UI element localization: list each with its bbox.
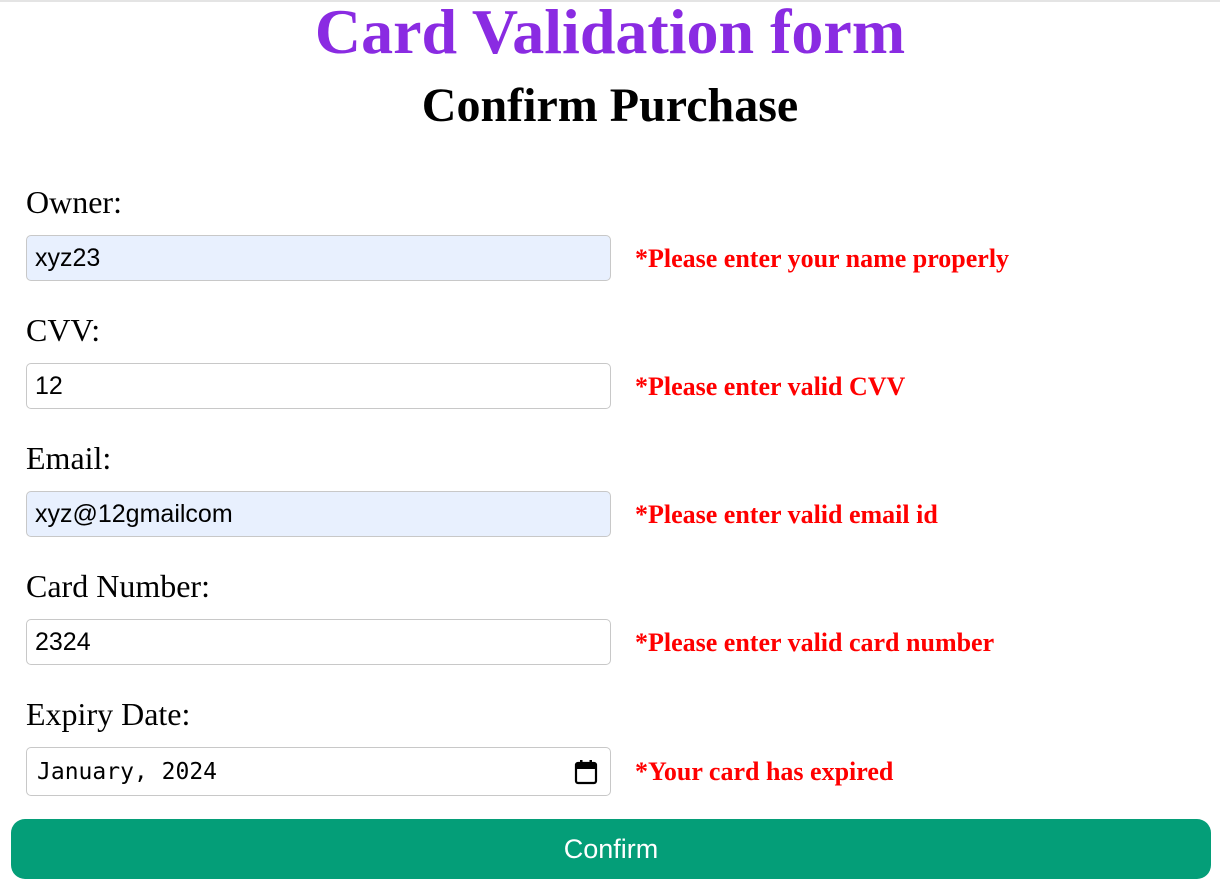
page-title: Card Validation form <box>314 0 906 67</box>
calendar-icon[interactable] <box>574 759 598 785</box>
page-subtitle: Confirm Purchase <box>421 79 799 132</box>
email-input[interactable] <box>26 491 611 537</box>
confirm-button[interactable]: Confirm <box>11 819 1211 879</box>
email-label: Email: <box>26 440 112 476</box>
expiry-date-label: Expiry Date: <box>26 696 191 732</box>
expiry-date-error: *Your card has expired <box>635 757 894 786</box>
expiry-date-input[interactable]: January, 2024 <box>26 747 611 796</box>
card-number-input[interactable] <box>26 619 611 665</box>
owner-error: *Please enter your name properly <box>635 244 1010 273</box>
owner-label: Owner: <box>26 184 122 220</box>
cvv-error: *Please enter valid CVV <box>635 372 906 401</box>
owner-input[interactable] <box>26 235 611 281</box>
expiry-date-value[interactable]: January, 2024 <box>37 759 217 785</box>
cvv-label: CVV: <box>26 312 101 348</box>
cvv-input[interactable] <box>26 363 611 409</box>
email-error: *Please enter valid email id <box>635 500 938 529</box>
card-number-error: *Please enter valid card number <box>635 628 995 657</box>
card-number-label: Card Number: <box>26 568 210 604</box>
